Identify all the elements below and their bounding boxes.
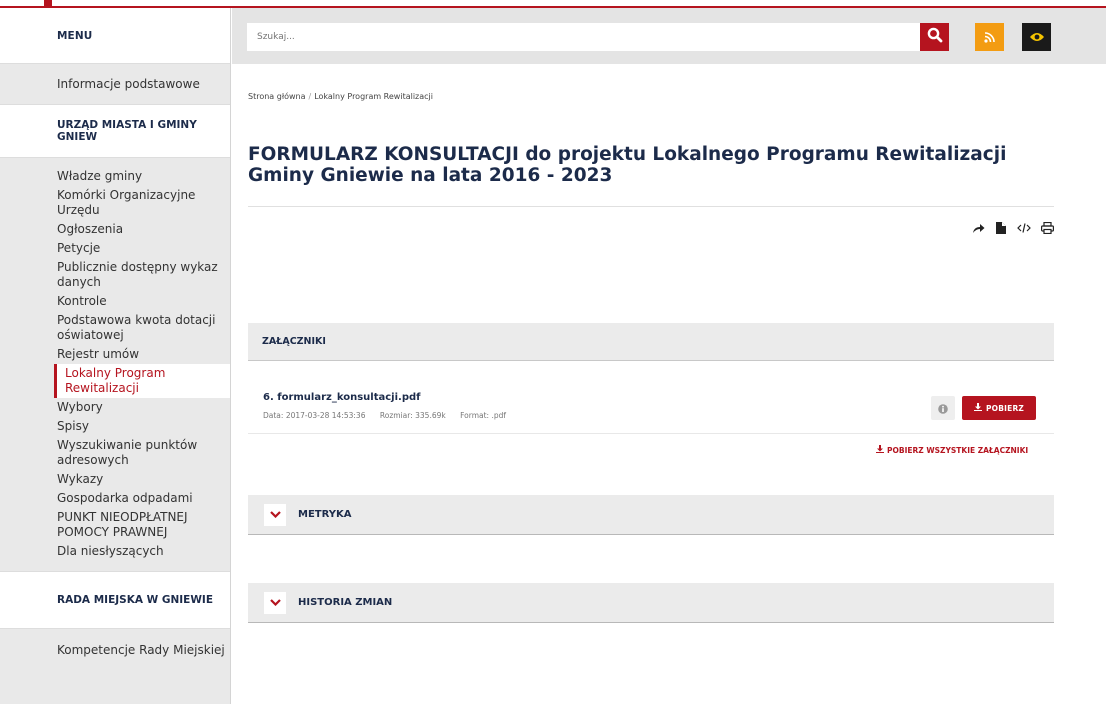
download-icon: [973, 403, 982, 413]
chevron-down-icon[interactable]: [264, 503, 286, 526]
attachment-file-meta: Data: 2017-03-28 14:53:36 Rozmiar: 335.6…: [263, 411, 518, 420]
share-icon[interactable]: [971, 221, 985, 235]
sidebar-item-pomoc-prawna[interactable]: PUNKT NIEODPŁATNEJ POMOCY PRAWNEJ: [0, 508, 230, 542]
eye-icon: [1029, 28, 1045, 47]
sidebar-section-urzad[interactable]: URZĄD MIASTA I GMINY GNIEW: [0, 104, 230, 158]
sidebar-item-wladze[interactable]: Władze gminy: [0, 167, 230, 186]
attachment-size: Rozmiar: 335.69k: [379, 411, 446, 420]
sidebar-menu-label: MENU: [0, 8, 230, 64]
attachments-header: ZAŁĄCZNIKI: [248, 323, 1054, 361]
sidebar-item-rejestr-umow[interactable]: Rejestr umów: [0, 345, 230, 364]
breadcrumb-separator: /: [308, 92, 312, 101]
sidebar-item-kwota-dotacji[interactable]: Podstawowa kwota dotacji oświatowej: [0, 311, 230, 345]
sidebar-item-nieslyszacy[interactable]: Dla niesłyszących: [0, 542, 230, 561]
sidebar-item-kontrole[interactable]: Kontrole: [0, 292, 230, 311]
page-title: FORMULARZ KONSULTACJI do projektu Lokaln…: [248, 144, 1007, 186]
chevron-down-icon[interactable]: [264, 591, 286, 614]
sidebar-item-rewitalizacja[interactable]: Lokalny Program Rewitalizacji: [54, 364, 230, 398]
accordion-historia-label: HISTORIA ZMIAN: [298, 597, 393, 608]
info-icon: [938, 399, 948, 418]
attachment-divider: [248, 433, 1054, 434]
breadcrumb-home-link[interactable]: Strona główna: [248, 92, 306, 101]
sidebar-item-wybory[interactable]: Wybory: [0, 398, 230, 417]
sidebar-item-informacje[interactable]: Informacje podstawowe: [0, 64, 230, 104]
document-icon[interactable]: [994, 221, 1008, 235]
sidebar-list: Władze gminy Komórki Organizacyjne Urzęd…: [0, 158, 230, 571]
sidebar-item-odpady[interactable]: Gospodarka odpadami: [0, 489, 230, 508]
sidebar-item-komorki[interactable]: Komórki Organizacyjne Urzędu: [0, 186, 230, 220]
sidebar: MENU Informacje podstawowe URZĄD MIASTA …: [0, 8, 231, 704]
rss-icon: [983, 28, 996, 47]
sidebar-item-spisy[interactable]: Spisy: [0, 417, 230, 436]
accordion-historia-zmian[interactable]: HISTORIA ZMIAN: [248, 583, 1054, 623]
download-all-label: POBIERZ WSZYSTKIE ZAŁĄCZNIKI: [887, 445, 1029, 455]
attachment-date: Data: 2017-03-28 14:53:36: [263, 411, 366, 420]
search-bar: [232, 8, 1106, 64]
title-divider: [248, 206, 1054, 207]
download-all-link[interactable]: POBIERZ WSZYSTKIE ZAŁĄCZNIKI: [876, 445, 1028, 455]
sidebar-item-petycje[interactable]: Petycje: [0, 239, 230, 258]
sidebar-item-ogloszenia[interactable]: Ogłoszenia: [0, 220, 230, 239]
top-accent-bar: [0, 0, 1106, 8]
sidebar-section-rada[interactable]: RADA MIEJSKA W GNIEWIE: [0, 571, 230, 629]
attachment-file-name[interactable]: 6. formularz_konsultacji.pdf: [263, 392, 421, 403]
search-icon: [927, 27, 943, 47]
breadcrumb: Strona główna / Lokalny Program Rewitaliza…: [248, 92, 433, 101]
attachment-info-button[interactable]: [931, 396, 955, 420]
accordion-metryka-label: METRYKA: [298, 509, 352, 520]
print-icon[interactable]: [1040, 221, 1054, 235]
sidebar-item-wykazy[interactable]: Wykazy: [0, 470, 230, 489]
breadcrumb-current: Lokalny Program Rewitalizacji: [314, 92, 433, 101]
download-icon: [876, 445, 884, 455]
page-tools: [934, 220, 1054, 236]
code-icon[interactable]: [1017, 221, 1031, 235]
sidebar-item-kompetencje[interactable]: Kompetencje Rady Miejskiej: [0, 629, 230, 671]
sidebar-item-wykaz-danych[interactable]: Publicznie dostępny wykaz danych: [0, 258, 230, 292]
download-button[interactable]: POBIERZ: [962, 396, 1036, 420]
accordion-metryka[interactable]: METRYKA: [248, 495, 1054, 535]
accessibility-contrast-button[interactable]: [1022, 23, 1051, 51]
sidebar-item-punkty-adresowe[interactable]: Wyszukiwanie punktów adresowych: [0, 436, 230, 470]
search-button[interactable]: [920, 23, 949, 51]
download-label: POBIERZ: [985, 403, 1025, 413]
search-input[interactable]: [247, 23, 934, 51]
attachment-format: Format: .pdf: [460, 411, 506, 420]
rss-button[interactable]: [975, 23, 1004, 51]
